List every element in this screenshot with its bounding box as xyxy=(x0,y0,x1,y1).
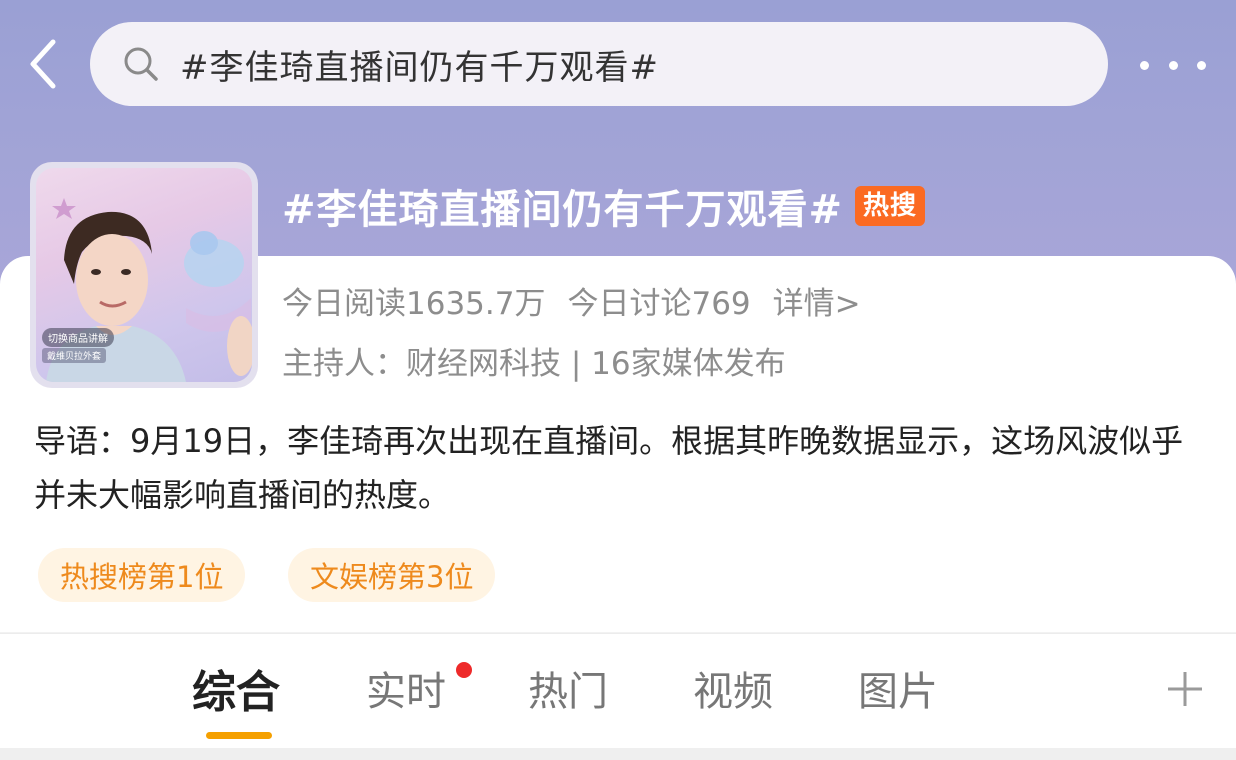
host-info: 主持人：财经网科技 | 16家媒体发布 xyxy=(282,346,786,382)
cover-caption-secondary: 戴维贝拉外套 xyxy=(42,348,107,363)
search-query[interactable]: #李佳琦直播间仍有千万观看# xyxy=(180,40,659,89)
plus-icon xyxy=(1168,672,1202,706)
hot-badge: 热搜 xyxy=(855,186,926,226)
discuss-count: 今日讨论769 xyxy=(567,286,751,322)
cover-photo: 切换商品讲解 戴维贝拉外套 xyxy=(36,168,252,382)
tab-comprehensive[interactable]: 综合 xyxy=(192,660,280,718)
tab-hot[interactable]: 热门 xyxy=(528,660,608,716)
topic-title: #李佳琦直播间仍有千万观看# xyxy=(282,187,844,233)
search-bar[interactable]: #李佳琦直播间仍有千万观看# xyxy=(90,22,1108,106)
notification-dot xyxy=(456,662,472,678)
topic-title-row: #李佳琦直播间仍有千万观看# 热搜 xyxy=(282,176,926,236)
topic-intro: 导语：9月19日，李佳琦再次出现在直播间。根据其昨晚数据显示，这场风波似乎并未大… xyxy=(34,422,1184,514)
more-dot xyxy=(1197,60,1206,70)
bottom-divider xyxy=(0,748,1236,760)
tab-video[interactable]: 视频 xyxy=(693,660,773,716)
read-count: 今日阅读1635.7万 xyxy=(282,286,546,322)
tab-images[interactable]: 图片 xyxy=(858,660,938,716)
rank-tag-entertainment[interactable]: 文娱榜第3位 xyxy=(288,548,496,602)
back-button[interactable] xyxy=(22,36,62,92)
add-tab-button[interactable] xyxy=(1166,670,1204,708)
cover-caption: 切换商品讲解 xyxy=(42,328,114,347)
rank-tag-hot-search[interactable]: 热搜榜第1位 xyxy=(38,548,246,602)
active-tab-indicator xyxy=(206,732,272,739)
topic-cover-image[interactable]: 切换商品讲解 戴维贝拉外套 xyxy=(30,162,258,388)
more-button[interactable] xyxy=(1140,50,1206,80)
more-dot xyxy=(1168,60,1178,70)
search-icon xyxy=(122,44,162,84)
details-link[interactable]: 详情> xyxy=(773,278,861,323)
topic-stats: 今日阅读1635.7万 今日讨论769 详情> xyxy=(282,278,861,323)
tab-realtime[interactable]: 实时 xyxy=(366,660,446,716)
tab-bar: 综合 实时 热门 视频 图片 xyxy=(0,633,1236,748)
more-dots-icon xyxy=(1140,60,1149,70)
chevron-left-icon xyxy=(30,39,56,89)
